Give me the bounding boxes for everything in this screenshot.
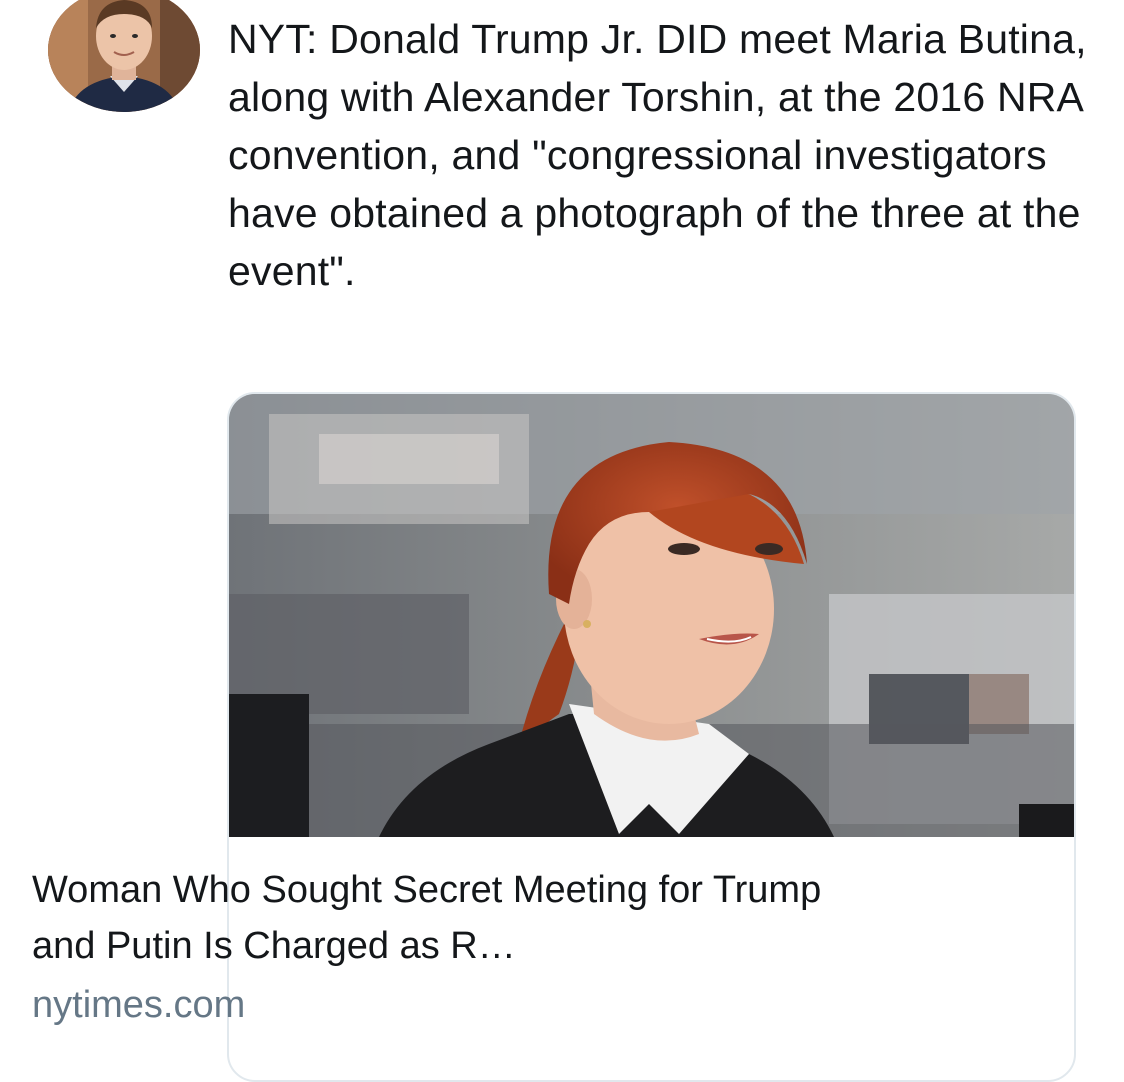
user-avatar[interactable] [48, 0, 200, 112]
article-photo [229, 394, 1074, 837]
link-card-title[interactable]: Woman Who Sought Secret Meeting for Trum… [32, 862, 832, 974]
avatar-icon [48, 0, 200, 112]
link-preview-card[interactable] [227, 392, 1076, 1082]
article-photo-icon [229, 394, 1074, 837]
tweet-text: NYT: Donald Trump Jr. DID meet Maria But… [228, 16, 1087, 294]
link-card-domain: nytimes.com [32, 984, 246, 1026]
